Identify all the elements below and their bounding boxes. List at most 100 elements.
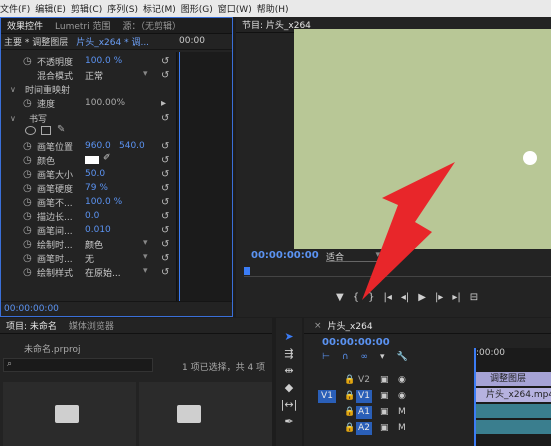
marker-icon[interactable]: ▼ xyxy=(336,292,344,306)
project-search-input[interactable]: ⌕ xyxy=(3,358,153,372)
mark-in-icon[interactable]: { xyxy=(353,292,359,306)
sync-icon[interactable]: ▣ xyxy=(380,375,389,385)
stopwatch-icon[interactable]: ◷ xyxy=(23,225,32,236)
pen-mask-icon[interactable]: ✎ xyxy=(57,124,65,135)
menu-graphics[interactable]: 图形(G) xyxy=(181,2,218,15)
reset-icon[interactable]: ↺ xyxy=(161,56,169,67)
stopwatch-icon[interactable]: ◷ xyxy=(23,253,32,264)
reset-icon[interactable]: ↺ xyxy=(161,267,169,278)
reset-icon[interactable]: ↺ xyxy=(161,70,169,81)
menu-window[interactable]: 窗口(W) xyxy=(218,2,257,15)
ripple-edit-tool-icon[interactable]: ⇹ xyxy=(284,364,293,377)
program-playhead[interactable] xyxy=(244,267,250,275)
tab-media-browser[interactable]: 媒体浏览器 xyxy=(63,319,120,332)
tab-source[interactable]: 源：（无剪辑） xyxy=(116,19,187,32)
track-name[interactable]: V2 xyxy=(356,374,372,387)
sync-icon[interactable]: ▣ xyxy=(380,423,389,433)
menu-file[interactable]: 文件(F) xyxy=(0,2,35,15)
eye-icon[interactable]: ◉ xyxy=(398,375,406,385)
wrench-icon[interactable]: 🔧 xyxy=(396,352,407,362)
add-marker-icon[interactable]: ▾ xyxy=(380,352,385,362)
mute-icon[interactable]: M xyxy=(398,423,406,433)
selection-tool-icon[interactable]: ➤ xyxy=(284,330,293,343)
stopwatch-icon[interactable]: ◷ xyxy=(23,169,32,180)
timeline-timecode[interactable]: 00:00:00:00 xyxy=(322,337,390,348)
brush-size-value[interactable]: 50.0 xyxy=(85,169,105,179)
reset-icon[interactable]: ↺ xyxy=(161,239,169,250)
ellipse-mask-icon[interactable] xyxy=(25,126,36,135)
paint-time-dropdown[interactable]: 颜色 xyxy=(85,238,148,251)
keyframe-nav-icon[interactable]: ▸ xyxy=(161,98,166,109)
tab-project[interactable]: 项目: 未命名 xyxy=(0,319,63,332)
lock-icon[interactable]: 🔒 xyxy=(344,407,355,417)
menu-clip[interactable]: 剪辑(C) xyxy=(71,2,107,15)
tab-effect-controls[interactable]: 效果控件 xyxy=(1,19,49,32)
pen-tool-icon[interactable]: ✒ xyxy=(284,415,293,428)
eye-icon[interactable]: ◉ xyxy=(398,391,406,401)
menu-sequence[interactable]: 序列(S) xyxy=(107,2,143,15)
source-patch[interactable]: V1 xyxy=(318,389,336,403)
stopwatch-icon[interactable]: ◷ xyxy=(23,211,32,222)
menu-help[interactable]: 帮助(H) xyxy=(257,2,294,15)
reset-icon[interactable]: ↺ xyxy=(161,183,169,194)
color-swatch[interactable] xyxy=(85,156,99,164)
audio-clip-a1[interactable] xyxy=(476,404,551,418)
stopwatch-icon[interactable]: ◷ xyxy=(23,239,32,250)
paint-style-dropdown[interactable]: 在原始... xyxy=(85,266,147,279)
linked-selection-icon[interactable]: ∞ xyxy=(360,352,368,362)
effect-controls-timecode[interactable]: 00:00:00:00 xyxy=(4,304,59,314)
stopwatch-icon[interactable]: ◷ xyxy=(23,98,32,109)
reset-icon[interactable]: ↺ xyxy=(161,141,169,152)
brush-position-x[interactable]: 960.0 xyxy=(85,141,111,151)
mute-icon[interactable]: M xyxy=(398,407,406,417)
timeline-playhead[interactable] xyxy=(474,348,476,446)
video-clip[interactable]: 片头_x264.mp4 [V] xyxy=(476,388,551,402)
speed-value[interactable]: 100.00% xyxy=(85,98,125,108)
sequence-clip-label[interactable]: 片头_x264 * 调... xyxy=(68,35,149,48)
stopwatch-icon[interactable]: ◷ xyxy=(23,267,32,278)
nest-toggle-icon[interactable]: ⊢ xyxy=(322,352,330,362)
eyedropper-icon[interactable]: ✐ xyxy=(103,153,111,163)
disclosure-triangle-icon[interactable]: ∨ xyxy=(10,114,16,123)
stopwatch-icon[interactable]: ◷ xyxy=(23,155,32,166)
track-select-tool-icon[interactable]: ⇶ xyxy=(284,347,293,360)
sync-icon[interactable]: ▣ xyxy=(380,407,389,417)
track-name[interactable]: A2 xyxy=(356,421,372,435)
rectangle-mask-icon[interactable] xyxy=(41,126,51,135)
slip-tool-icon[interactable]: |↔| xyxy=(281,398,298,411)
stopwatch-icon[interactable]: ◷ xyxy=(23,183,32,194)
reset-icon[interactable]: ↺ xyxy=(161,197,169,208)
tab-lumetri-scopes[interactable]: Lumetri 范围 xyxy=(49,19,116,32)
close-icon[interactable]: × xyxy=(314,321,322,331)
snap-icon[interactable]: ∩ xyxy=(342,352,349,362)
master-clip-label[interactable]: 主要 * 调整图层 xyxy=(1,35,68,48)
lock-icon[interactable]: 🔒 xyxy=(344,391,355,401)
reset-icon[interactable]: ↺ xyxy=(161,253,169,264)
stopwatch-icon[interactable]: ◷ xyxy=(23,56,32,67)
menu-marker[interactable]: 标记(M) xyxy=(143,2,181,15)
menu-edit[interactable]: 编辑(E) xyxy=(35,2,71,15)
track-name[interactable]: A1 xyxy=(356,405,372,419)
program-timecode[interactable]: 00:00:00:00 xyxy=(251,250,319,261)
opacity-value[interactable]: 100.0 % xyxy=(85,56,122,66)
brush-spacing-value[interactable]: 0.010 xyxy=(85,225,111,235)
lift-icon[interactable]: ⊟ xyxy=(470,292,478,306)
audio-clip-a2[interactable] xyxy=(476,420,551,434)
effect-controls-mini-timeline[interactable] xyxy=(176,52,232,302)
blend-mode-dropdown[interactable]: 正常 xyxy=(85,69,148,82)
track-name[interactable]: V1 xyxy=(356,389,372,403)
brush-opacity-value[interactable]: 100.0 % xyxy=(85,197,122,207)
brush-position-y[interactable]: 540.0 xyxy=(119,141,145,151)
project-item-thumbnail[interactable] xyxy=(139,382,272,446)
reset-icon[interactable]: ↺ xyxy=(161,225,169,236)
disclosure-triangle-icon[interactable]: ∨ xyxy=(10,85,16,94)
razor-tool-icon[interactable]: ◆ xyxy=(285,381,293,394)
lock-icon[interactable]: 🔒 xyxy=(344,375,355,385)
sync-icon[interactable]: ▣ xyxy=(380,391,389,401)
brush-time-dropdown[interactable]: 无 xyxy=(85,252,148,265)
reset-icon[interactable]: ↺ xyxy=(161,169,169,180)
reset-icon[interactable]: ↺ xyxy=(161,211,169,222)
brush-hardness-value[interactable]: 79 % xyxy=(85,183,108,193)
adjustment-layer-clip[interactable]: 调整图层 xyxy=(476,372,551,386)
reset-icon[interactable]: ↺ xyxy=(161,113,169,124)
